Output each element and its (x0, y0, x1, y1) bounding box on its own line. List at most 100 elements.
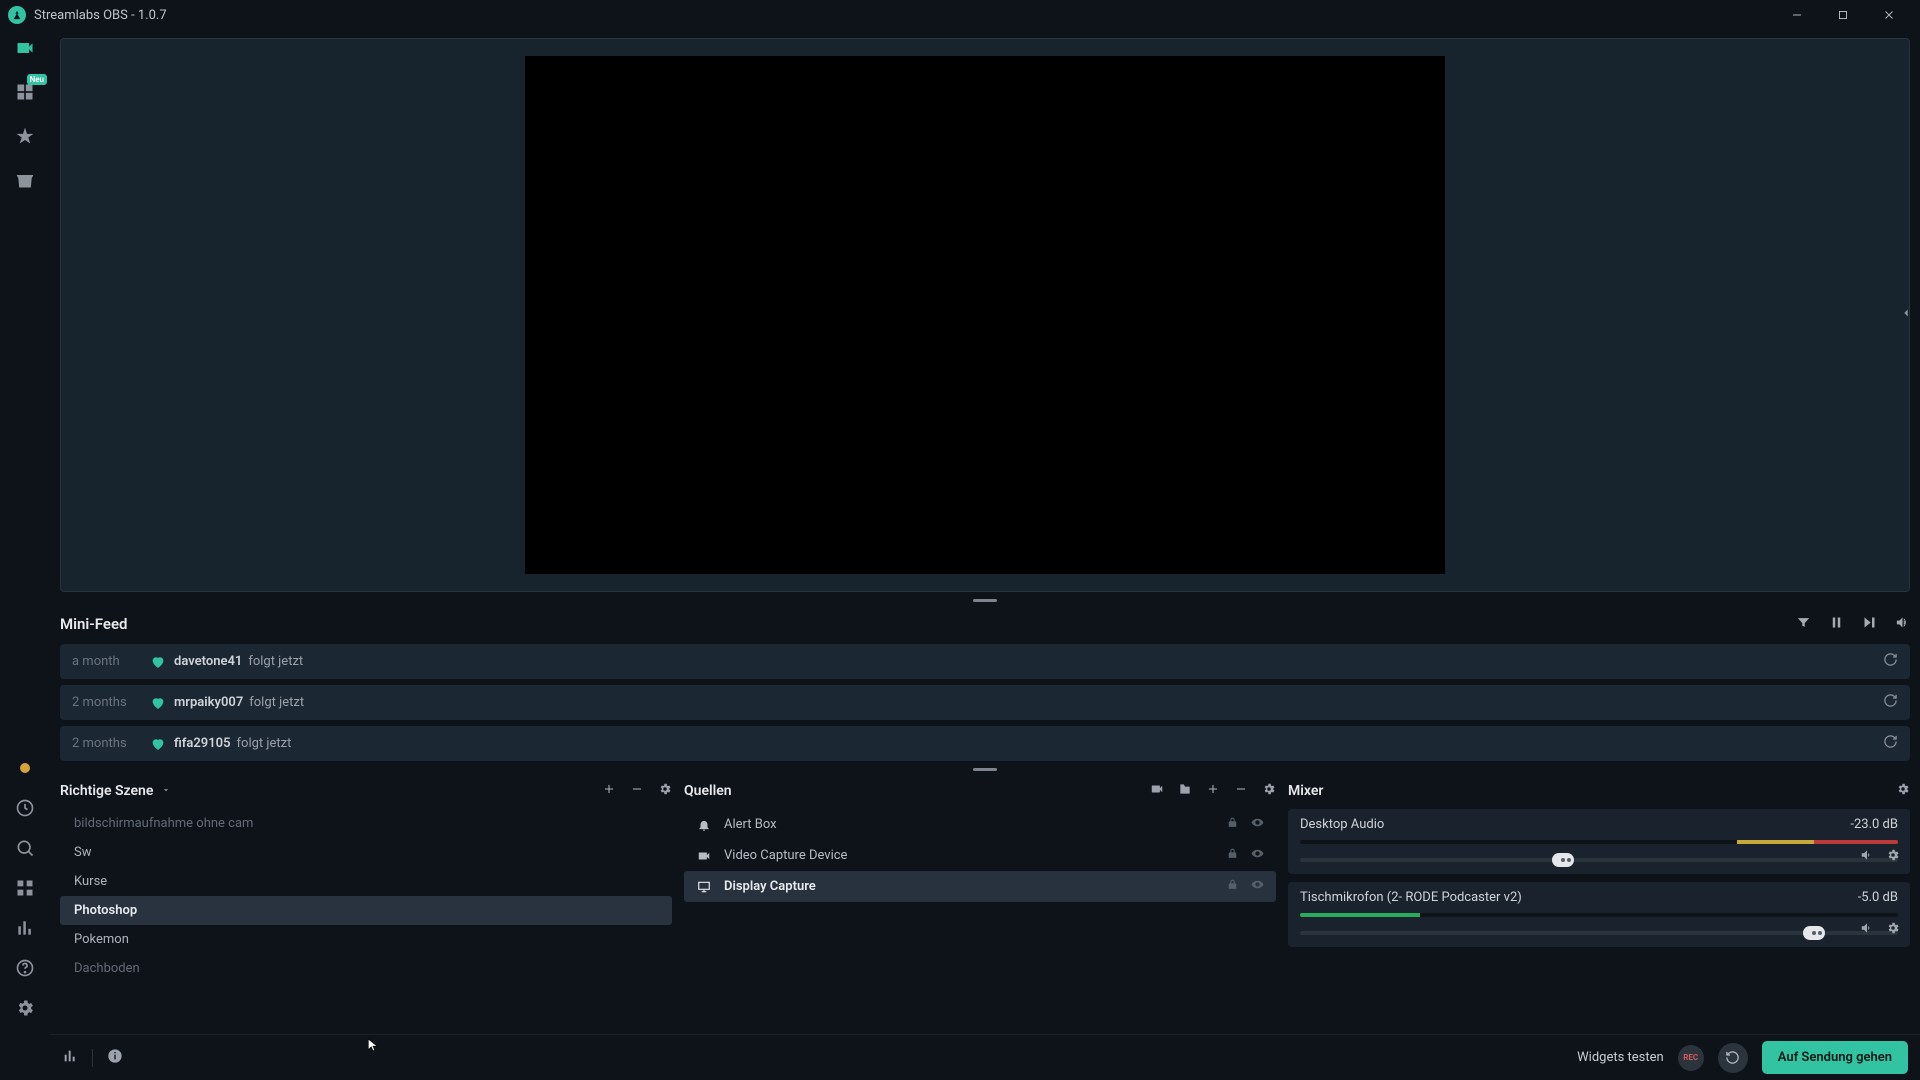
source-lock-icon[interactable] (1226, 847, 1239, 864)
feed-replay-icon[interactable] (1883, 652, 1898, 671)
feed-action: folgt jetzt (249, 695, 304, 710)
scene-item[interactable]: Sw (60, 838, 672, 867)
feed-action: folgt jetzt (248, 654, 303, 669)
go-live-button[interactable]: Auf Sendung gehen (1762, 1041, 1908, 1074)
feed-row: a month davetone41 folgt jetzt (60, 644, 1910, 679)
sidebar-nav: Neu (0, 30, 50, 1034)
volume-slider[interactable] (1300, 858, 1898, 862)
record-button[interactable]: REC (1678, 1045, 1704, 1071)
nav-settings-icon[interactable] (13, 996, 37, 1020)
sources-title: Quellen (684, 783, 732, 799)
nav-stats-icon[interactable] (13, 916, 37, 940)
source-item[interactable]: Video Capture Device (684, 840, 1276, 871)
filter-icon[interactable] (1796, 615, 1811, 634)
source-item[interactable]: Display Capture (684, 871, 1276, 902)
source-item[interactable]: Alert Box (684, 809, 1276, 840)
follow-icon (150, 654, 166, 670)
volume-icon[interactable] (1895, 615, 1910, 634)
source-widget-icon[interactable] (1150, 782, 1164, 800)
nav-store-icon[interactable] (13, 168, 37, 192)
feed-row: 2 months fifa29105 folgt jetzt (60, 726, 1910, 761)
nav-dashboard-icon[interactable] (13, 796, 37, 820)
app-logo (8, 6, 26, 24)
mini-feed-title: Mini-Feed (60, 615, 127, 633)
monitor-icon (696, 880, 712, 894)
audio-meter (1300, 840, 1898, 844)
feed-action: folgt jetzt (237, 736, 292, 751)
feed-row: 2 months mrpaiky007 folgt jetzt (60, 685, 1910, 720)
scene-settings-icon[interactable] (658, 782, 672, 800)
source-label: Display Capture (724, 879, 816, 894)
nav-notifications-icon[interactable] (13, 756, 37, 780)
scene-remove-icon[interactable] (630, 782, 644, 800)
channel-name: Tischmikrofon (2- RODE Podcaster v2) (1300, 890, 1522, 905)
nav-apps-icon[interactable] (13, 876, 37, 900)
splitter-handle[interactable] (50, 596, 1920, 604)
scene-item[interactable]: Pokemon (60, 925, 672, 954)
perf-stats-icon[interactable] (62, 1048, 78, 1068)
mixer-settings-icon[interactable] (1896, 782, 1910, 800)
nav-themes-icon[interactable] (13, 124, 37, 148)
source-lock-icon[interactable] (1226, 878, 1239, 895)
pause-icon[interactable] (1829, 615, 1844, 634)
scene-item[interactable]: Dachboden (60, 954, 672, 983)
mixer-title: Mixer (1288, 783, 1323, 799)
window-minimize-button[interactable] (1774, 0, 1820, 30)
audio-meter (1300, 913, 1898, 917)
feed-user: davetone41 (174, 654, 242, 669)
widgets-test-button[interactable]: Widgets testen (1577, 1050, 1664, 1065)
source-visibility-icon[interactable] (1251, 816, 1264, 833)
expand-right-icon[interactable] (1899, 306, 1913, 324)
mute-icon[interactable] (1860, 921, 1874, 939)
source-visibility-icon[interactable] (1251, 847, 1264, 864)
feed-user: fifa29105 (174, 736, 231, 751)
channel-settings-icon[interactable] (1886, 921, 1900, 939)
feed-replay-icon[interactable] (1883, 734, 1898, 753)
footer: Widgets testen REC Auf Sendung gehen (50, 1034, 1920, 1080)
follow-icon (150, 695, 166, 711)
source-visibility-icon[interactable] (1251, 878, 1264, 895)
source-folder-icon[interactable] (1178, 782, 1192, 800)
feed-user: mrpaiky007 (174, 695, 243, 710)
scenes-title: Richtige Szene (60, 783, 153, 799)
camera-icon (696, 849, 712, 863)
replay-buffer-button[interactable] (1718, 1043, 1748, 1073)
source-settings-icon[interactable] (1262, 782, 1276, 800)
source-lock-icon[interactable] (1226, 816, 1239, 833)
nav-new-badge: Neu (27, 74, 47, 85)
channel-settings-icon[interactable] (1886, 848, 1900, 866)
titlebar: Streamlabs OBS - 1.0.7 (0, 0, 1920, 30)
nav-help-icon[interactable] (13, 956, 37, 980)
nav-layouts-icon[interactable]: Neu (13, 80, 37, 104)
window-close-button[interactable] (1866, 0, 1912, 30)
source-label: Video Capture Device (724, 848, 847, 863)
scene-item[interactable]: bildschirmaufnahme ohne cam (60, 809, 672, 838)
app-title: Streamlabs OBS - 1.0.7 (34, 8, 167, 23)
scene-item[interactable]: Kurse (60, 867, 672, 896)
splitter-handle-2[interactable] (50, 765, 1920, 773)
skip-icon[interactable] (1862, 615, 1877, 634)
nav-search-icon[interactable] (13, 836, 37, 860)
source-remove-icon[interactable] (1234, 782, 1248, 800)
info-icon[interactable] (107, 1048, 123, 1068)
nav-editor-icon[interactable] (13, 36, 37, 60)
mixer-channel: Desktop Audio-23.0 dB (1288, 809, 1910, 874)
source-add-icon[interactable] (1206, 782, 1220, 800)
scene-add-icon[interactable] (602, 782, 616, 800)
scene-item[interactable]: Photoshop (60, 896, 672, 925)
source-label: Alert Box (724, 817, 777, 832)
channel-name: Desktop Audio (1300, 817, 1384, 832)
feed-replay-icon[interactable] (1883, 693, 1898, 712)
channel-db: -5.0 dB (1858, 890, 1898, 905)
mute-icon[interactable] (1860, 848, 1874, 866)
chevron-down-icon[interactable] (161, 784, 171, 799)
preview-canvas (525, 56, 1445, 574)
preview-area[interactable] (60, 38, 1910, 592)
follow-icon (150, 736, 166, 752)
scenes-panel: Richtige Szene bildschirmaufnahme ohne c… (60, 777, 672, 983)
feed-time: 2 months (72, 695, 142, 710)
window-maximize-button[interactable] (1820, 0, 1866, 30)
volume-slider[interactable] (1300, 931, 1898, 935)
feed-time: 2 months (72, 736, 142, 751)
bell-icon (696, 818, 712, 832)
